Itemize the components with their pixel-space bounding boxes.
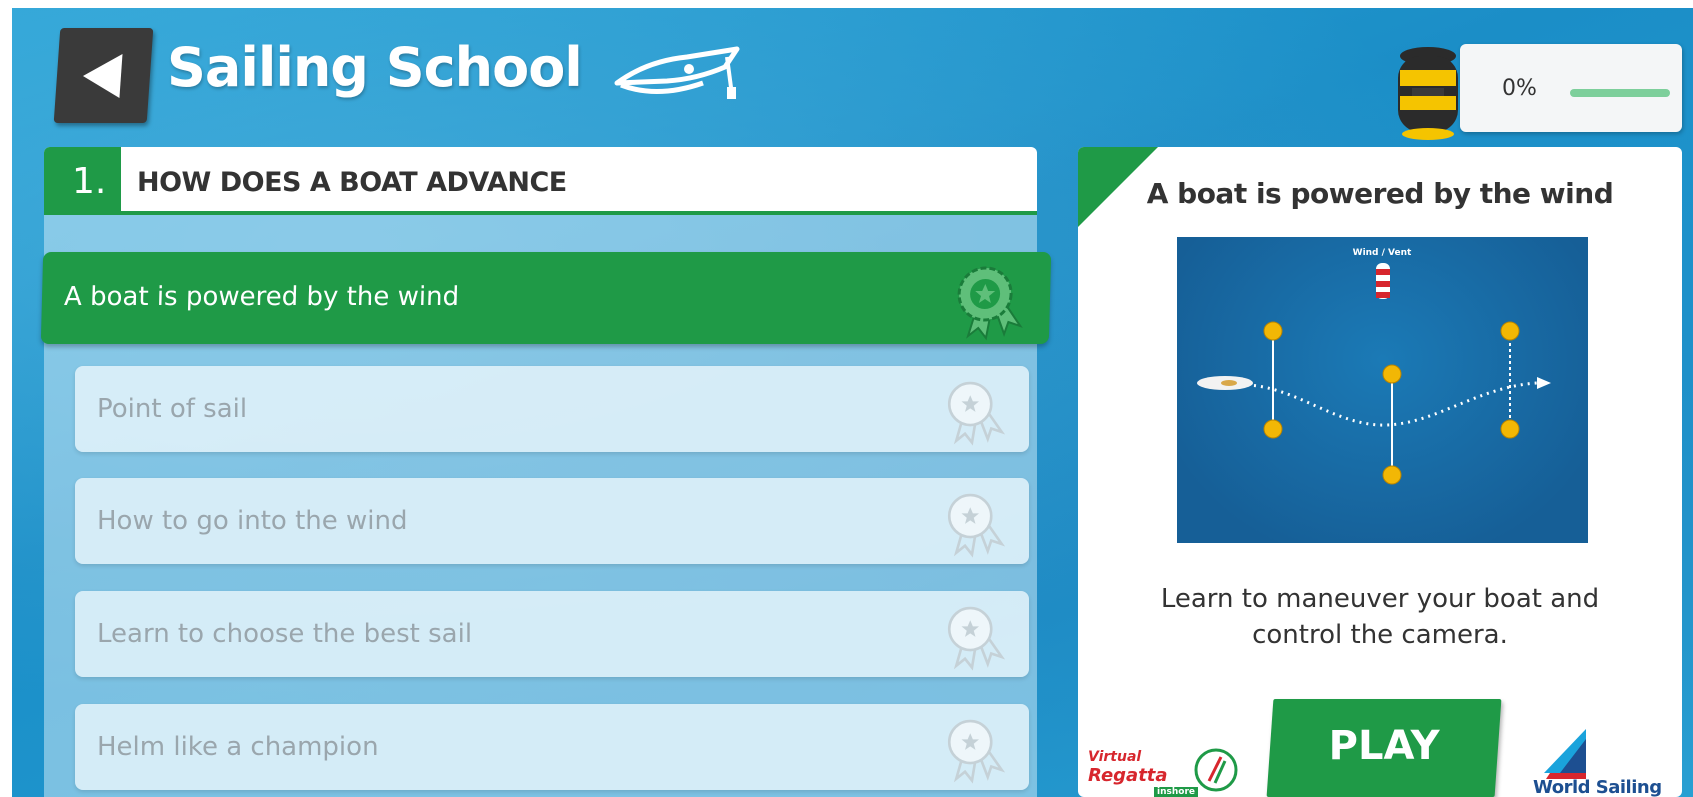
lesson-item-locked[interactable]: How to go into the wind: [75, 478, 1029, 564]
lesson-item-locked[interactable]: Learn to choose the best sail: [75, 591, 1029, 677]
progress-percent: 0%: [1502, 76, 1537, 101]
lesson-item-label: Point of sail: [97, 394, 248, 424]
play-button[interactable]: PLAY: [1266, 699, 1502, 797]
award-ribbon-icon: [957, 266, 1023, 341]
lesson-item-active[interactable]: A boat is powered by the wind: [40, 252, 1052, 344]
detail-description-line1: Learn to maneuver your boat and: [1160, 584, 1600, 614]
virtual-regatta-logo-icon: [1194, 748, 1238, 792]
lesson-header: 1. HOW DOES A BOAT ADVANCE: [44, 147, 1037, 215]
award-ribbon-icon: [947, 493, 1006, 558]
lesson-item-label: A boat is powered by the wind: [63, 282, 460, 312]
world-sailing-logo-icon: [1544, 729, 1586, 779]
progress-box: 0%: [1460, 44, 1682, 132]
course-map-image: Wind / Vent: [1177, 237, 1588, 543]
trophy-jar-icon: [1398, 47, 1458, 140]
virtual-regatta-logo-text1: Virtual: [1088, 749, 1142, 765]
lesson-title: HOW DOES A BOAT ADVANCE: [137, 167, 567, 198]
wind-label: Wind / Vent: [1353, 248, 1412, 258]
virtual-regatta-logo-text3: inshore: [1154, 787, 1198, 797]
sailor-cap-icon: [614, 46, 740, 99]
lesson-item-label: How to go into the wind: [97, 506, 408, 536]
lesson-item-label: Learn to choose the best sail: [97, 619, 473, 649]
direction-arrow-icon: [1537, 377, 1551, 389]
play-button-label: PLAY: [1328, 723, 1440, 769]
virtual-regatta-logo-text2: Regatta: [1088, 765, 1168, 786]
lesson-number: 1.: [72, 161, 107, 202]
lesson-number-box: 1.: [44, 147, 121, 211]
boat-icon: [1197, 376, 1253, 390]
award-ribbon-icon: [947, 381, 1006, 446]
lesson-item-locked[interactable]: Helm like a champion: [75, 704, 1029, 790]
progress-bar: [1570, 89, 1670, 97]
lesson-detail-panel: A boat is powered by the wind Wind / Ven…: [1078, 147, 1682, 797]
detail-title: A boat is powered by the wind: [1146, 177, 1614, 210]
wind-buoy-icon: [1376, 263, 1390, 299]
award-ribbon-icon: [947, 719, 1006, 784]
lesson-item-locked[interactable]: Point of sail: [75, 366, 1029, 452]
sea-background: Sailing School 0% 1. HOW DOES A BOAT ADV…: [12, 8, 1693, 797]
detail-description-line2: control the camera.: [1252, 620, 1508, 650]
detail-description: Learn to maneuver your boat and control …: [1078, 581, 1682, 653]
world-sailing-logo-text: World Sailing: [1533, 777, 1662, 797]
award-ribbon-icon: [947, 606, 1006, 671]
back-button[interactable]: [53, 28, 154, 123]
page-title: Sailing School: [167, 36, 583, 99]
back-arrow-icon: [82, 54, 123, 98]
lesson-item-label: Helm like a champion: [97, 732, 379, 762]
